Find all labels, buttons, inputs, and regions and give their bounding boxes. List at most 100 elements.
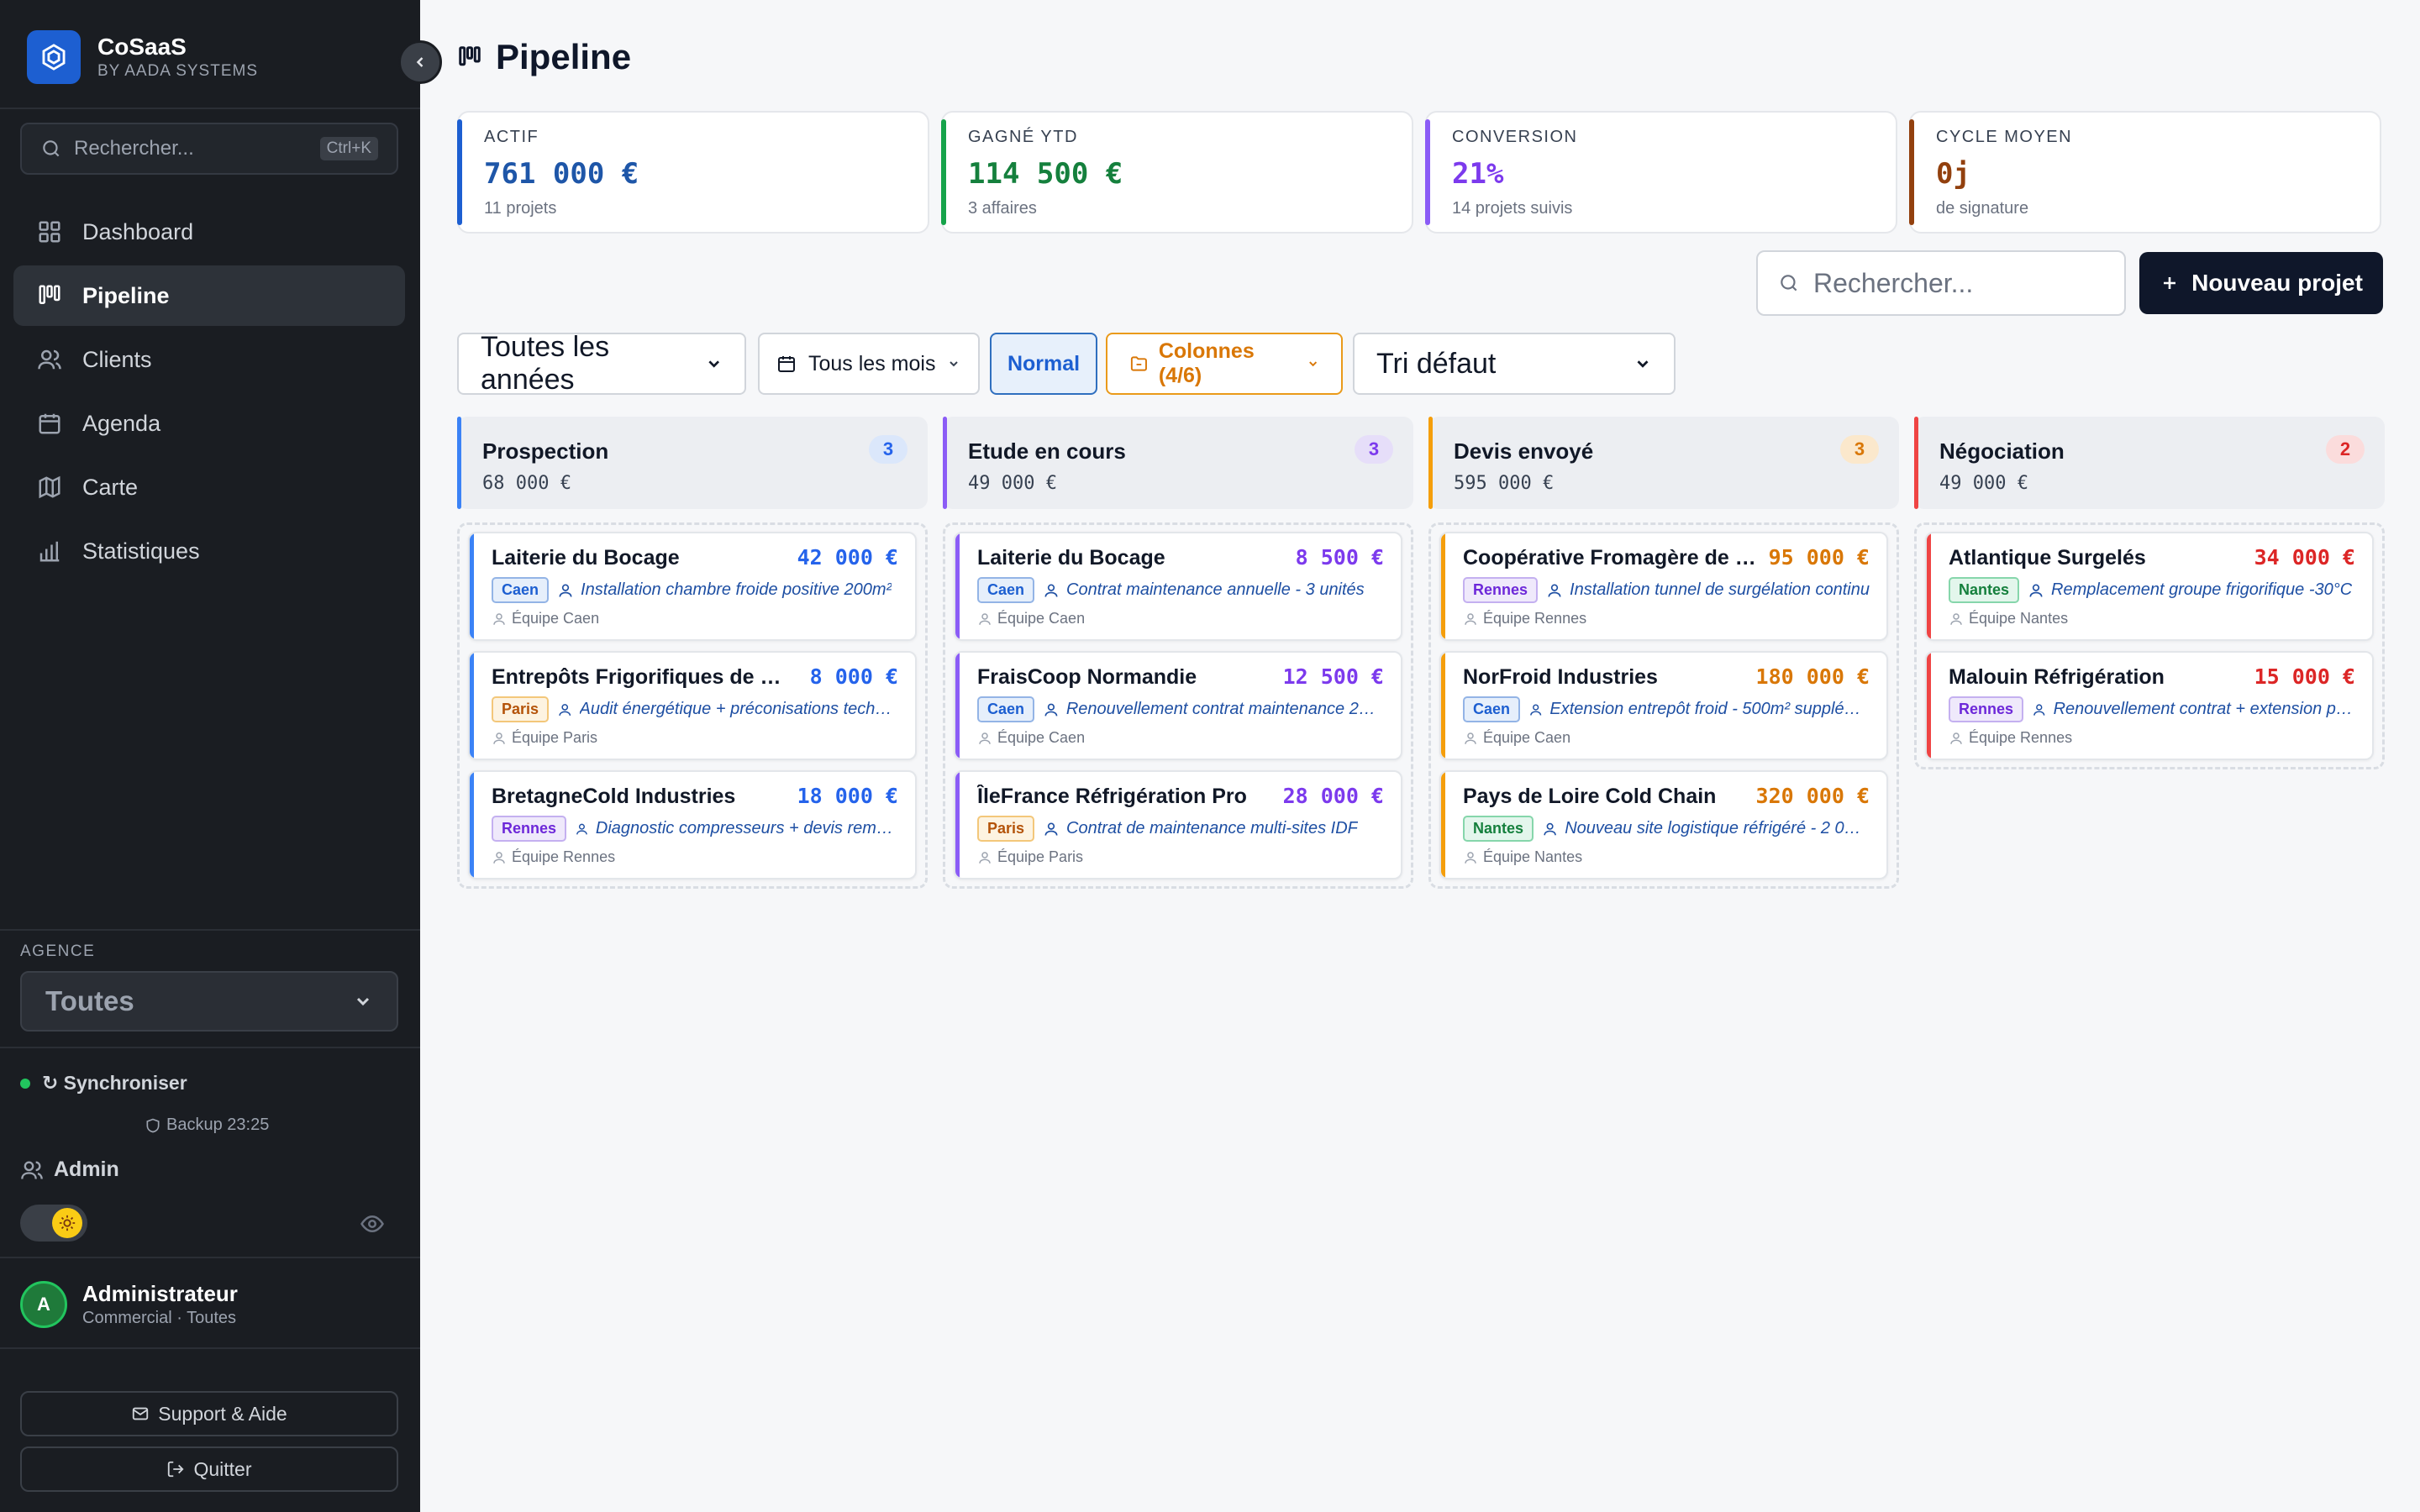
- deal-card[interactable]: NorFroid Industries 180 000 € Caen Extensio…: [1439, 651, 1888, 760]
- pipeline-search-placeholder: Rechercher...: [1813, 267, 1974, 298]
- agence-label: AGENCE: [20, 942, 96, 960]
- deal-card[interactable]: Entrepôts Frigorifiques de Paris 8 000 € P…: [468, 651, 917, 760]
- deal-card[interactable]: Pays de Loire Cold Chain 320 000 € Nantes N…: [1439, 770, 1888, 879]
- map-icon: [39, 475, 60, 499]
- deal-team: Équipe Paris: [997, 848, 1084, 865]
- sync-button[interactable]: ↻ Synchroniser: [20, 1072, 187, 1095]
- chevron-left-icon: [416, 57, 424, 67]
- sidebar-item-label: Statistiques: [82, 538, 200, 564]
- new-project-button[interactable]: Nouveau projet: [2139, 252, 2383, 314]
- user-icon: [1465, 612, 1476, 625]
- deal-card[interactable]: ÎleFrance Réfrigération Pro 28 000 € Paris…: [954, 770, 1402, 879]
- sidebar-item-agenda[interactable]: Agenda: [13, 393, 405, 454]
- deal-amount: 95 000 €: [1768, 545, 1870, 570]
- sidebar-item-carte[interactable]: Carte: [13, 457, 405, 517]
- app-title: CoSaaS: [97, 34, 187, 60]
- deal-card[interactable]: Atlantique Surgelés 34 000 € Nantes Remplac…: [1925, 532, 2374, 641]
- contact-icon: [1044, 703, 1058, 717]
- deal-card[interactable]: FraisCoop Normandie 12 500 € Caen Renouvell…: [954, 651, 1402, 760]
- eye-icon[interactable]: [360, 1211, 385, 1236]
- deal-description: Installation chambre froide positive 200…: [581, 580, 892, 599]
- user-role: Commercial · Toutes: [82, 1309, 237, 1327]
- sidebar-item-dashboard[interactable]: Dashboard: [13, 202, 405, 262]
- column-dropzone[interactable]: Laiterie du Bocage 8 500 € Caen Contrat mai…: [943, 522, 1413, 889]
- support-button[interactable]: Support & Aide: [20, 1391, 398, 1436]
- agency-tag: Caen: [1463, 696, 1521, 722]
- sidebar-item-statistiques[interactable]: Statistiques: [13, 521, 405, 581]
- card-accent-bar: [955, 772, 960, 878]
- mail-icon: [133, 1407, 149, 1420]
- sidebar-search[interactable]: Rechercher... Ctrl+K: [20, 123, 398, 175]
- month-filter-select[interactable]: Tous les mois: [758, 333, 980, 395]
- chevron-down-icon: [708, 360, 719, 368]
- agency-tag: Rennes: [1463, 577, 1539, 603]
- backup-label: Backup 23:25: [166, 1116, 270, 1134]
- column-dropzone[interactable]: Laiterie du Bocage 42 000 € Caen Installati…: [457, 522, 928, 889]
- brand[interactable]: CoSaaS BY AADA SYSTEMS: [27, 30, 258, 84]
- sidebar-search-placeholder: Rechercher...: [74, 137, 194, 160]
- deal-card[interactable]: Laiterie du Bocage 42 000 € Caen Installati…: [468, 532, 917, 641]
- deal-description: Contrat maintenance annuelle - 3 unités: [1066, 580, 1365, 599]
- view-mode-button[interactable]: Normal: [990, 333, 1097, 395]
- card-accent-bar: [1441, 772, 1445, 878]
- deal-team: Équipe Nantes: [1483, 848, 1583, 865]
- column-count-badge: 2: [2326, 435, 2365, 464]
- column-count-badge: 3: [869, 435, 908, 464]
- divider: [0, 108, 420, 109]
- admin-section[interactable]: Admin: [20, 1158, 119, 1182]
- pipeline-search-input[interactable]: Rechercher...: [1756, 250, 2126, 316]
- column-header[interactable]: Etude en cours 49 000 € 3: [943, 417, 1413, 509]
- column-dropzone[interactable]: Coopérative Fromagère de Bretagne95 000 …: [1428, 522, 1899, 889]
- column-total: 49 000 €: [1939, 473, 2028, 494]
- agency-tag: Nantes: [1463, 816, 1534, 842]
- divider: [0, 1257, 420, 1258]
- deal-card[interactable]: Malouin Réfrigération 15 000 € Rennes Renou…: [1925, 651, 2374, 760]
- columns-filter-button[interactable]: Colonnes (4/6): [1106, 333, 1343, 395]
- sidebar-item-clients[interactable]: Clients: [13, 329, 405, 390]
- kpi-subtext: de signature: [1936, 199, 2029, 218]
- agence-select[interactable]: Toutes: [20, 971, 398, 1032]
- column-header[interactable]: Devis envoyé 595 000 € 3: [1428, 417, 1899, 509]
- support-label: Support & Aide: [158, 1402, 287, 1425]
- deal-description: Audit énergétique + préconisations techn…: [579, 700, 898, 718]
- kpi-subtext: 11 projets: [484, 199, 557, 218]
- user-profile[interactable]: A Administrateur Commercial · Toutes: [20, 1280, 238, 1329]
- user-icon: [1950, 732, 1962, 744]
- sidebar-item-label: Clients: [82, 346, 152, 372]
- contact-icon: [1044, 584, 1058, 597]
- card-accent-bar: [1441, 533, 1445, 639]
- sort-select[interactable]: Tri défaut: [1353, 333, 1676, 395]
- deal-client-name: Laiterie du Bocage: [492, 546, 680, 570]
- sidebar-item-label: Carte: [82, 474, 139, 500]
- month-filter-value: Tous les mois: [808, 351, 936, 375]
- kpi-value: 114 500 €: [968, 157, 1123, 191]
- plus-icon: [2164, 277, 2176, 289]
- kpi-value: 0j: [1936, 157, 1970, 191]
- columns-filter-label: Colonnes (4/6): [1158, 339, 1255, 387]
- sidebar-item-label: Agenda: [82, 410, 161, 436]
- column-header[interactable]: Négociation 49 000 € 2: [1914, 417, 2385, 509]
- sidebar-item-pipeline[interactable]: Pipeline: [13, 265, 405, 326]
- deal-team: Équipe Caen: [512, 610, 600, 627]
- quit-button[interactable]: Quitter: [20, 1446, 398, 1492]
- deal-card[interactable]: BretagneCold Industries 18 000 € Rennes Dia…: [468, 770, 917, 879]
- theme-toggle[interactable]: [20, 1205, 87, 1242]
- contact-icon: [2033, 703, 2045, 716]
- card-accent-bar: [955, 653, 960, 759]
- deal-card[interactable]: Laiterie du Bocage 8 500 € Caen Contrat mai…: [954, 532, 1402, 641]
- page-title: Pipeline: [496, 37, 632, 76]
- agency-tag: Paris: [977, 816, 1035, 842]
- kpi-card: CYCLE MOYEN 0j de signature: [1909, 111, 2381, 234]
- agency-tag: Nantes: [1949, 577, 2020, 603]
- divider: [0, 1047, 420, 1048]
- column-header[interactable]: Prospection 68 000 € 3: [457, 417, 928, 509]
- kpi-value: 21%: [1452, 157, 1504, 191]
- column-dropzone[interactable]: Atlantique Surgelés 34 000 € Nantes Remplac…: [1914, 522, 2385, 769]
- year-filter-select[interactable]: Toutes les années: [457, 331, 746, 396]
- kpi-subtext: 14 projets suivis: [1452, 199, 1573, 218]
- column-accent-bar: [1914, 417, 1918, 509]
- collapse-sidebar-button[interactable]: [398, 40, 442, 84]
- deal-amount: 180 000 €: [1755, 664, 1870, 689]
- column-title: Négociation: [1939, 438, 2065, 464]
- deal-card[interactable]: Coopérative Fromagère de Bretagne95 000 …: [1439, 532, 1888, 641]
